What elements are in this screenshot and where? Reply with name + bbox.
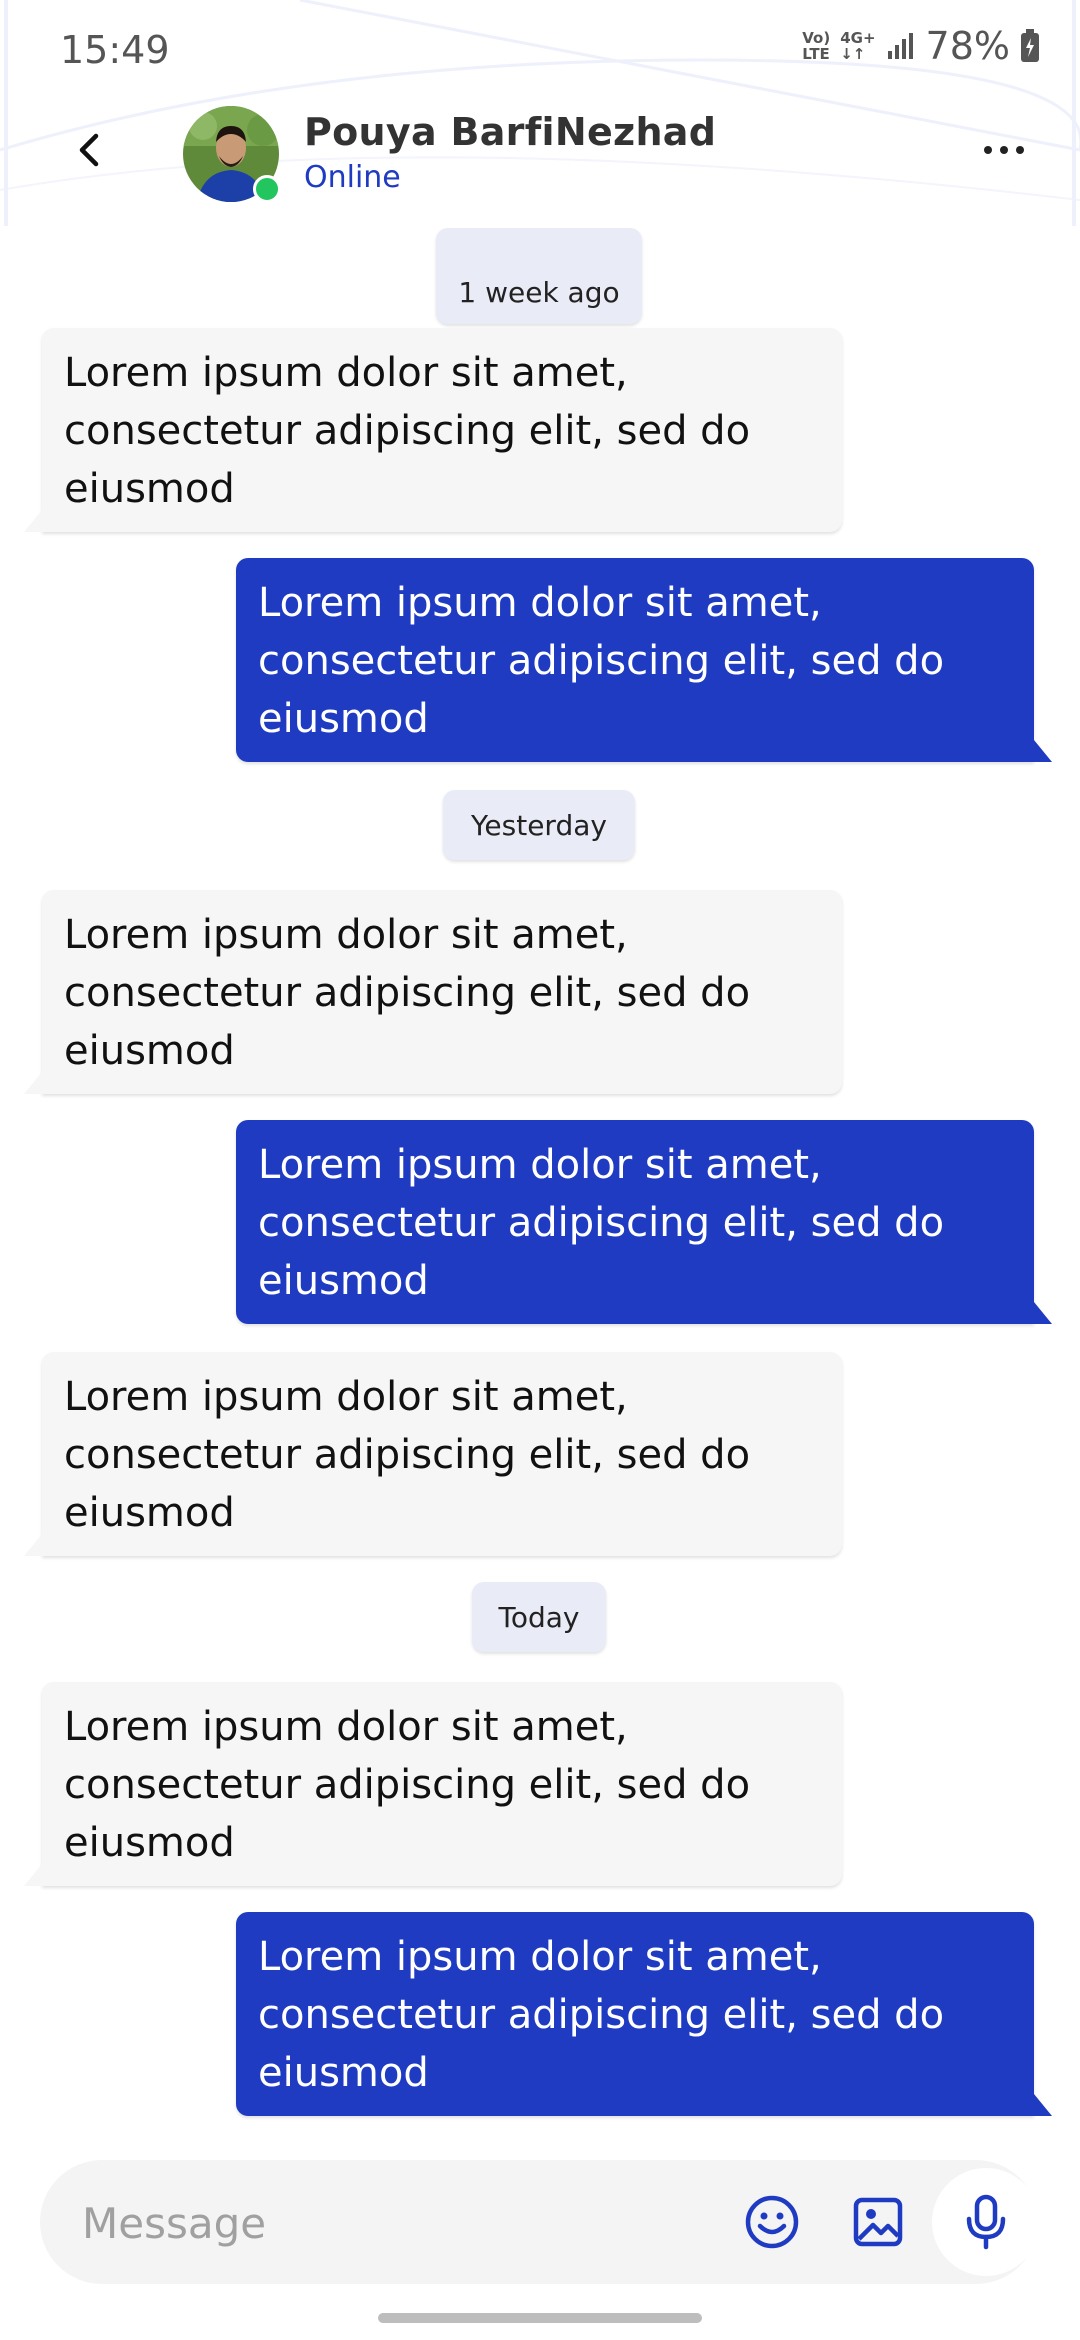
volte-label: Vo) xyxy=(802,29,831,47)
battery-icon xyxy=(1021,29,1039,62)
top-bar: 15:49 Vo) LTE 4G+ ↓↑ 78% Pouya BarfiNezh… xyxy=(0,0,1080,226)
chat-screen: 15:49 Vo) LTE 4G+ ↓↑ 78% Pouya BarfiNezh… xyxy=(0,0,1080,2340)
data-arrows-icon: ↓↑ xyxy=(840,45,866,63)
back-button[interactable] xyxy=(64,124,116,176)
message-received[interactable]: Lorem ipsum dolor sit amet, consectetur … xyxy=(24,890,842,1094)
voice-record-button[interactable] xyxy=(932,2168,1040,2276)
home-indicator[interactable] xyxy=(378,2313,702,2323)
composer-area xyxy=(0,2140,1080,2340)
message-text: Lorem ipsum dolor sit amet, consectetur … xyxy=(64,912,751,1074)
microphone-icon xyxy=(966,2194,1006,2250)
date-separator: 1 week ago xyxy=(436,228,642,324)
contact-status: Online xyxy=(304,160,401,195)
date-separator: Yesterday xyxy=(443,790,635,860)
back-arrow-icon xyxy=(79,133,99,167)
lte-label: LTE xyxy=(802,45,830,63)
message-input[interactable] xyxy=(80,2182,724,2264)
status-icons: Vo) LTE 4G+ ↓↑ 78% xyxy=(802,24,1040,68)
message-sent[interactable]: Lorem ipsum dolor sit amet, consectetur … xyxy=(236,1912,1052,2116)
emoji-smile-icon xyxy=(745,2195,799,2249)
date-separator: Today xyxy=(472,1582,606,1652)
message-sent[interactable]: Lorem ipsum dolor sit amet, consectetur … xyxy=(236,1120,1052,1324)
message-text: Lorem ipsum dolor sit amet, consectetur … xyxy=(64,350,751,512)
more-dots-icon xyxy=(1016,146,1024,154)
signal-icon xyxy=(887,33,913,59)
message-received[interactable]: Lorem ipsum dolor sit amet, consectetur … xyxy=(24,1352,842,1556)
date-label: Yesterday xyxy=(471,808,607,842)
date-label: 1 week ago xyxy=(458,275,620,309)
gallery-image-icon xyxy=(853,2197,903,2247)
message-text: Lorem ipsum dolor sit amet, consectetur … xyxy=(258,1142,945,1304)
emoji-button[interactable] xyxy=(730,2180,814,2264)
more-dots-icon xyxy=(1000,146,1008,154)
message-received[interactable]: Lorem ipsum dolor sit amet, consectetur … xyxy=(24,328,842,532)
more-dots-icon xyxy=(984,146,992,154)
message-received[interactable]: Lorem ipsum dolor sit amet, consectetur … xyxy=(24,1682,842,1886)
message-text: Lorem ipsum dolor sit amet, consectetur … xyxy=(64,1704,751,1866)
message-list[interactable]: 1 week ago Lorem ipsum dolor sit amet, c… xyxy=(0,226,1080,2140)
message-text: Lorem ipsum dolor sit amet, consectetur … xyxy=(64,1374,751,1536)
date-label: Today xyxy=(498,1600,580,1634)
battery-percent: 78% xyxy=(925,24,1010,68)
message-text: Lorem ipsum dolor sit amet, consectetur … xyxy=(258,580,945,742)
message-sent[interactable]: Lorem ipsum dolor sit amet, consectetur … xyxy=(236,558,1052,762)
data-label: 4G+ xyxy=(840,29,876,47)
more-options-button[interactable] xyxy=(974,130,1034,170)
contact-name: Pouya BarfiNezhad xyxy=(304,110,717,154)
gallery-button[interactable] xyxy=(836,2180,920,2264)
message-composer xyxy=(40,2160,1040,2284)
data-indicator: 4G+ ↓↑ xyxy=(840,30,875,62)
volte-indicator: Vo) LTE xyxy=(802,30,830,62)
message-text: Lorem ipsum dolor sit amet, consectetur … xyxy=(258,1934,945,2096)
online-indicator xyxy=(253,175,281,203)
status-time: 15:49 xyxy=(60,28,170,72)
